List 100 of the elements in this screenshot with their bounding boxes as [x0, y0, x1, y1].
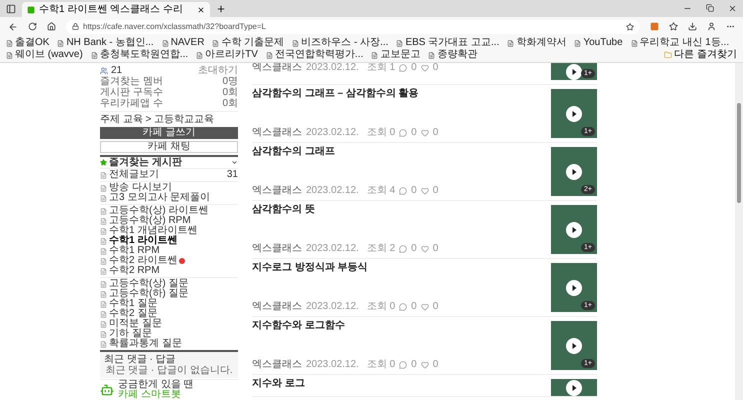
board-link[interactable]: 수학1 질문 — [109, 299, 158, 309]
board-link[interactable]: 고3 모의고사 문제풀이 — [109, 193, 210, 203]
close-icon[interactable] — [728, 4, 737, 13]
bookmark-item[interactable]: 우리학교 내신 1등... — [630, 37, 730, 49]
author-name[interactable]: 엑스클래스 — [252, 244, 302, 254]
board-link[interactable]: 수학1 개념라이트쎈 — [109, 226, 198, 236]
board-link[interactable]: 수학2 RPM — [109, 266, 160, 276]
back-icon[interactable] — [8, 22, 18, 32]
post-title[interactable]: 지수함수와 로그함수 — [252, 321, 547, 331]
bookmark-item[interactable]: EBS 국가대표 고교... — [396, 37, 500, 49]
extension-icon[interactable] — [650, 22, 659, 31]
post-date: 2023.02.12. — [306, 302, 359, 312]
bookmark-item[interactable]: 충청북도학원연합... — [90, 49, 188, 61]
board-link[interactable]: 고등수학(상) 질문 — [109, 279, 188, 289]
bookmark-item[interactable]: YouTube — [574, 37, 623, 49]
profile-icon[interactable] — [707, 22, 716, 31]
board-icon — [100, 330, 107, 338]
bookmark-item[interactable]: 전국연합학력평가... — [266, 49, 364, 61]
favorites-icon[interactable] — [669, 22, 678, 31]
close-icon[interactable] — [196, 6, 205, 14]
post-date: 2023.02.12. — [306, 244, 359, 254]
refresh-icon[interactable] — [28, 22, 37, 31]
board-link[interactable]: 확률과통계 질문 — [109, 339, 182, 349]
play-icon — [566, 164, 582, 180]
write-button[interactable]: 카페 글쓰기 — [100, 127, 238, 139]
board-icon — [100, 194, 107, 202]
heart-icon — [420, 129, 429, 137]
chat-button[interactable]: 카페 채팅 — [100, 140, 238, 153]
post-title[interactable]: 삼각함수의 그래프 — [252, 147, 547, 157]
board-link[interactable]: 수학2 질문 — [109, 309, 158, 319]
favorite-icon[interactable] — [626, 22, 634, 30]
board-icon — [100, 238, 107, 244]
author-name[interactable]: 엑스클래스 — [252, 128, 302, 138]
board-icon — [100, 310, 107, 318]
download-icon[interactable] — [688, 22, 697, 31]
new-tab-icon[interactable] — [216, 4, 226, 14]
chevron-down-icon[interactable] — [231, 159, 238, 166]
scrollbar[interactable] — [735, 63, 743, 400]
board-icon — [100, 172, 107, 178]
bookmark-item[interactable]: 웨이브 (wavve) — [6, 49, 83, 61]
browser-tab[interactable]: 수학1 라이트쎈 엑스클래스 수리 — [22, 2, 210, 17]
page-icon — [266, 52, 273, 58]
board-icon — [100, 280, 107, 288]
home-icon[interactable] — [47, 22, 56, 31]
bookmark-item[interactable]: 수학 기출문제 — [212, 37, 284, 49]
tab-actions-icon[interactable] — [6, 4, 16, 14]
comment-icon — [399, 129, 408, 137]
heart-icon — [420, 361, 429, 369]
panel-title: 최근 댓글 · 답글 — [104, 354, 177, 365]
url-text: https://cafe.naver.com/xclassmath/32?boardType=L — [83, 22, 266, 30]
bookmark-item[interactable]: 비즈하우스 - 사장... — [292, 37, 388, 49]
post-title[interactable]: 삼각함수의 그래프 – 삼각함수의 활용 — [252, 89, 547, 99]
author-name[interactable]: 엑스클래스 — [252, 302, 302, 312]
stat-value: 0명 — [222, 76, 238, 87]
other-bookmarks[interactable]: 다른 즐겨찾기 — [664, 49, 737, 61]
board-link[interactable]: 고등수학(하) 질문 — [109, 289, 188, 299]
restore-icon[interactable] — [706, 4, 714, 12]
board-link[interactable]: 고등수학(상) 라이트쎈 — [109, 206, 208, 216]
board-link[interactable]: 기하 질문 — [109, 329, 152, 339]
board-link[interactable]: 방송 다시보기 — [109, 183, 172, 193]
board-link[interactable]: 고등수학(상) RPM — [109, 216, 191, 226]
author-name[interactable]: 엑스클래스 — [252, 186, 302, 196]
post-title[interactable]: 지수와 로그 — [252, 379, 547, 389]
post-date: 2023.02.12. — [306, 128, 359, 138]
view-count: 조회 0 — [366, 360, 396, 370]
page-icon — [6, 40, 13, 46]
comment-icon — [399, 64, 408, 72]
bookmark-item[interactable]: NAVER — [162, 37, 204, 49]
bookmark-item[interactable]: 학화계약서 — [507, 37, 566, 49]
board-link[interactable]: 미적분 질문 — [109, 319, 162, 329]
post-title[interactable]: 삼각함수의 뜻 — [252, 205, 547, 215]
board-link[interactable]: 수학2 라이트쎈 — [109, 256, 178, 266]
video-thumbnail[interactable] — [551, 379, 597, 396]
address-bar[interactable]: https://cafe.naver.com/xclassmath/32?boardType=L — [66, 20, 640, 34]
bookmark-item[interactable]: 교보문고 — [371, 49, 420, 61]
play-icon — [566, 280, 582, 296]
bookmark-item[interactable]: 종량확관 — [428, 49, 478, 61]
comment-count: 0 — [411, 128, 417, 138]
board-icon — [100, 300, 107, 308]
page-icon — [292, 40, 300, 46]
page-icon — [630, 40, 638, 46]
invite-link[interactable]: 초대하기 — [198, 65, 238, 76]
bookmark-item[interactable]: 출결OK — [6, 37, 50, 49]
board-link[interactable]: 수학1 라이트쎈 — [109, 236, 178, 246]
page-icon — [57, 40, 64, 46]
bookmark-item[interactable]: 아르리카TV — [196, 49, 258, 61]
member-count[interactable]: 21 — [111, 65, 122, 76]
page-icon — [574, 40, 582, 46]
post-title[interactable]: 지수로그 방정식과 부등식 — [252, 263, 547, 273]
board-link[interactable]: 수학1 RPM — [109, 246, 160, 256]
stat-label: 즐겨찾는 멤버 — [100, 76, 163, 87]
breadcrumb[interactable]: 주제 교육 > 고등학교교육 — [100, 114, 214, 125]
board-icon — [100, 320, 107, 328]
bookmark-item[interactable]: NH Bank - 농협인... — [57, 37, 154, 49]
play-icon — [566, 106, 582, 122]
stat-label: 게시판 구독수 — [100, 87, 163, 98]
author-name[interactable]: 엑스클래스 — [252, 360, 302, 370]
page-icon — [6, 52, 13, 58]
post-date: 2023.02.12. — [306, 186, 359, 196]
board-link[interactable]: 전체글보기 — [109, 170, 159, 180]
